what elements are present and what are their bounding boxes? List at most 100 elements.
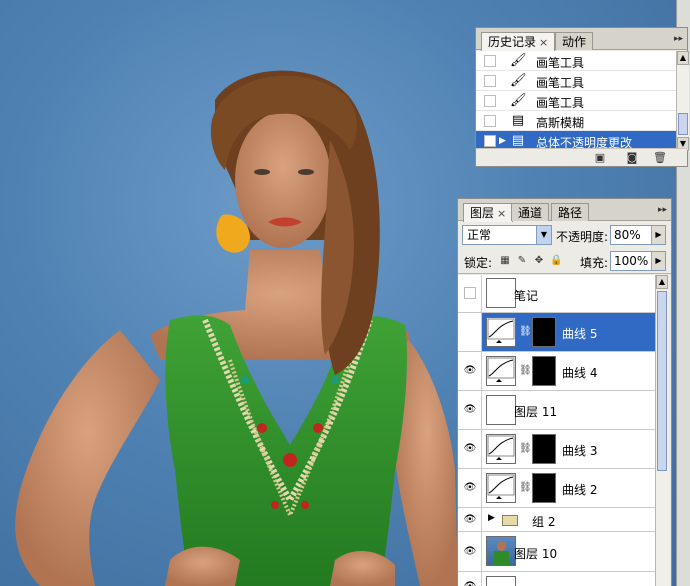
visibility-cell[interactable]: 👁 xyxy=(458,532,482,571)
scroll-thumb[interactable] xyxy=(678,113,688,135)
layer-list: 笔记 👁 ⛓ 曲线 5 👁 ⛓ 曲线 4 👁 图层 11 👁 ⛓ 曲线 3 👁 … xyxy=(458,275,655,586)
curves-adjustment-icon xyxy=(486,356,516,386)
visibility-cell[interactable]: 👁 xyxy=(458,313,482,351)
layer-mask-thumbnail[interactable] xyxy=(532,473,556,503)
camera-snapshot-icon[interactable]: ◙ xyxy=(624,151,640,165)
eye-icon[interactable]: 👁 xyxy=(463,483,477,493)
layer-row[interactable]: 笔记 xyxy=(458,275,655,313)
history-source-checkbox[interactable] xyxy=(484,55,496,67)
layer-row-group[interactable]: 👁 ▶ 组 2 xyxy=(458,508,655,532)
layer-name: 图层 10 xyxy=(514,547,558,561)
history-panel-tabs: 历史记录 × 动作 ▸▸ xyxy=(476,28,687,51)
panel-menu-icon[interactable]: ▸▸ xyxy=(658,205,667,215)
layers-panel: 图层 × 通道 路径 ▸▸ 正常 ▼ 不透明度: 80% ▶ 锁定: 填充: 10… xyxy=(457,198,672,586)
tab-paths-label: 路径 xyxy=(558,206,583,220)
chevron-down-icon[interactable]: ▼ xyxy=(536,226,551,244)
lock-transparency-icon[interactable]: ▦ xyxy=(499,255,511,267)
layer-name: 笔记 xyxy=(514,289,539,303)
chevron-right-icon[interactable]: ▶ xyxy=(651,252,665,270)
layer-thumbnail-photo xyxy=(486,536,516,566)
layer-row[interactable]: 👁 ⛓ 曲线 2 xyxy=(458,469,655,508)
layer-thumbnail xyxy=(486,395,516,425)
lock-position-move-icon[interactable]: ✥ xyxy=(533,255,545,267)
chevron-right-icon[interactable]: ▶ xyxy=(651,226,665,244)
lock-all-icon[interactable]: 🔒 xyxy=(550,255,562,267)
tab-layers[interactable]: 图层 × xyxy=(463,203,514,222)
layer-row-partial[interactable]: 👁 xyxy=(458,572,655,586)
history-item[interactable]: ▤ 高斯模糊 xyxy=(476,111,676,131)
layer-mask-thumbnail[interactable] xyxy=(532,356,556,386)
visibility-cell[interactable]: 👁 xyxy=(458,391,482,429)
panel-menu-icon[interactable]: ▸▸ xyxy=(674,34,683,44)
trash-icon[interactable]: 🗑 xyxy=(652,151,668,165)
mask-link-icon[interactable]: ⛓ xyxy=(519,442,532,456)
history-panel: 历史记录× 动作 ▸▸ 🖌 画笔工具 🖌 画笔工具 🖌 画笔工具 ▤ 高斯模糊 xyxy=(475,27,689,167)
visibility-cell[interactable] xyxy=(458,275,482,312)
visibility-cell[interactable]: 👁 xyxy=(458,352,482,390)
eye-icon[interactable]: 👁 xyxy=(463,405,477,415)
brush-icon: 🖌 xyxy=(510,93,527,108)
layer-row[interactable]: 👁 ⛓ 曲线 4 xyxy=(458,352,655,391)
new-document-from-state-icon[interactable]: ▣ xyxy=(592,151,608,165)
eye-icon[interactable]: 👁 xyxy=(463,582,477,586)
eye-icon[interactable]: 👁 xyxy=(463,327,477,337)
layer-name: 曲线 3 xyxy=(562,444,598,458)
mask-link-icon[interactable]: ⛓ xyxy=(519,481,532,495)
tab-history[interactable]: 历史记录 × xyxy=(481,32,556,51)
fill-field[interactable]: 100% ▶ xyxy=(610,251,666,271)
opacity-field[interactable]: 80% ▶ xyxy=(610,225,666,245)
scroll-up-icon[interactable]: ▲ xyxy=(677,51,689,65)
history-scrollbar[interactable]: ▲ ▼ xyxy=(676,51,689,151)
scroll-up-icon[interactable]: ▲ xyxy=(656,275,668,289)
lock-pixels-brush-icon[interactable]: ✎ xyxy=(516,255,528,267)
eye-icon[interactable]: 👁 xyxy=(463,444,477,454)
visibility-cell[interactable]: 👁 xyxy=(458,469,482,507)
fill-label: 填充: xyxy=(580,256,609,270)
expand-triangle-icon[interactable]: ▶ xyxy=(488,513,495,523)
history-item[interactable]: 🖌 画笔工具 xyxy=(476,71,676,91)
layer-mask-thumbnail[interactable] xyxy=(532,317,556,347)
layer-row-selected[interactable]: 👁 ⛓ 曲线 5 xyxy=(458,313,655,352)
tab-layers-label: 图层 xyxy=(470,206,495,220)
blend-mode-select[interactable]: 正常 ▼ xyxy=(462,225,552,245)
visibility-cell[interactable]: 👁 xyxy=(458,430,482,468)
history-item-label: 画笔工具 xyxy=(536,56,585,70)
tab-close-icon[interactable]: × xyxy=(497,207,506,220)
tab-actions-label: 动作 xyxy=(562,35,587,49)
visibility-cell[interactable]: 👁 xyxy=(458,508,482,531)
tab-actions[interactable]: 动作 xyxy=(555,32,594,50)
visibility-toggle[interactable] xyxy=(464,287,476,299)
history-item-label: 画笔工具 xyxy=(536,96,585,110)
brush-icon: 🖌 xyxy=(510,53,527,68)
tab-paths[interactable]: 路径 xyxy=(551,203,590,221)
tab-close-icon[interactable]: × xyxy=(539,36,548,49)
eye-icon[interactable]: 👁 xyxy=(463,515,477,525)
layers-scrollbar[interactable]: ▲ xyxy=(655,275,669,586)
mask-link-icon[interactable]: ⛓ xyxy=(519,364,532,378)
tab-channels[interactable]: 通道 xyxy=(511,203,550,221)
history-source-checkbox[interactable] xyxy=(484,115,496,127)
scroll-thumb[interactable] xyxy=(657,291,667,471)
history-source-checkbox[interactable] xyxy=(484,75,496,87)
filter-document-icon: ▤ xyxy=(511,113,525,128)
eye-icon[interactable]: 👁 xyxy=(463,366,477,376)
layer-thumbnail xyxy=(486,278,516,308)
mask-link-icon[interactable]: ⛓ xyxy=(519,325,532,339)
history-list: 🖌 画笔工具 🖌 画笔工具 🖌 画笔工具 ▤ 高斯模糊 ▶ ▤ 总体不透明度更改 xyxy=(476,51,676,151)
filter-document-icon: ▤ xyxy=(511,133,525,148)
opacity-label: 不透明度: xyxy=(556,230,609,244)
history-item-label: 高斯模糊 xyxy=(536,116,585,130)
visibility-cell[interactable]: 👁 xyxy=(458,572,482,586)
eye-icon[interactable]: 👁 xyxy=(463,547,477,557)
history-item[interactable]: 🖌 画笔工具 xyxy=(476,91,676,111)
layer-row[interactable]: 👁 ⛓ 曲线 3 xyxy=(458,430,655,469)
layer-row[interactable]: 👁 图层 10 xyxy=(458,532,655,572)
tab-channels-label: 通道 xyxy=(518,206,543,220)
layer-row[interactable]: 👁 图层 11 xyxy=(458,391,655,430)
history-state-pointer-icon[interactable]: ▶ xyxy=(499,136,506,146)
layer-mask-thumbnail[interactable] xyxy=(532,434,556,464)
history-source-checkbox[interactable] xyxy=(484,95,496,107)
curves-adjustment-icon xyxy=(486,473,516,503)
history-source-checkbox[interactable] xyxy=(484,135,496,147)
history-item[interactable]: 🖌 画笔工具 xyxy=(476,51,676,71)
